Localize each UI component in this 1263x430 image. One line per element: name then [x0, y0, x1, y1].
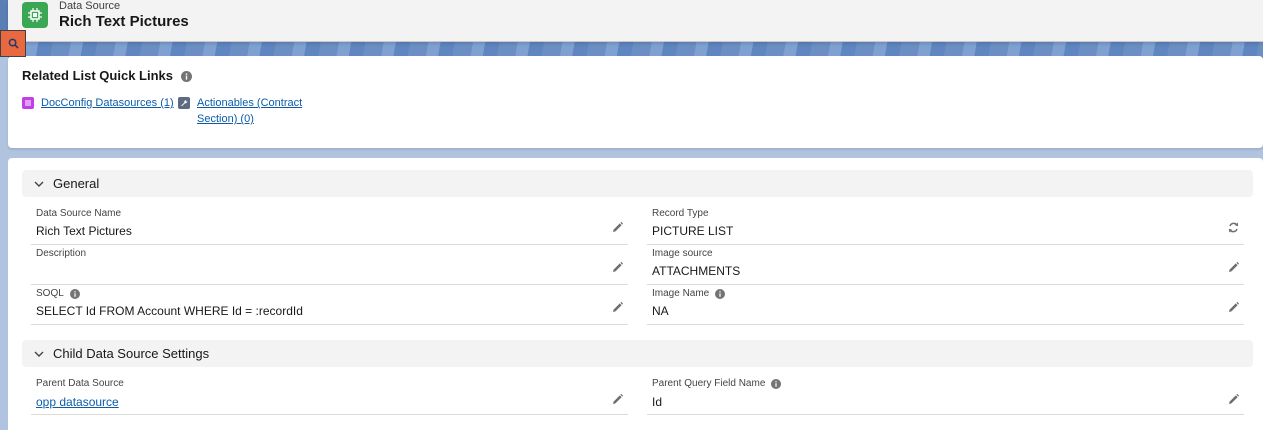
record-title: Rich Text Pictures: [59, 13, 189, 30]
quick-link-label-line1: Actionables (Contract: [197, 97, 303, 109]
field-label: Image Name: [652, 288, 710, 299]
field-label: Parent Data Source: [36, 378, 124, 389]
field-image-name: Image Name NA: [647, 285, 1244, 325]
pencil-icon[interactable]: [1227, 301, 1240, 314]
quick-link-label-line2: Section) (0): [197, 113, 254, 125]
section-title: General: [53, 176, 100, 191]
pencil-icon[interactable]: [611, 221, 624, 234]
list-icon: [22, 97, 34, 109]
field-label-wrap: SOQL: [36, 288, 80, 299]
field-soql: SOQL SELECT Id FROM Account WHERE Id = :…: [31, 285, 628, 325]
quick-link-label[interactable]: Actionables (Contract Section) (0): [197, 95, 302, 127]
field-description: Description: [31, 245, 628, 285]
quick-link-actionables[interactable]: Actionables (Contract Section) (0): [178, 95, 302, 127]
field-value: NA: [652, 304, 669, 318]
related-list-quick-links-card: Related List Quick Links DocConfig Datas…: [8, 56, 1263, 148]
field-value: ATTACHMENTS: [652, 264, 741, 278]
wrench-icon: [178, 97, 190, 109]
object-type-label: Data Source: [59, 0, 121, 12]
field-label: SOQL: [36, 288, 64, 299]
pencil-icon[interactable]: [611, 393, 624, 406]
change-record-type-icon[interactable]: [1227, 221, 1240, 234]
quick-links-title: Related List Quick Links: [22, 68, 173, 83]
field-label: Data Source Name: [36, 208, 122, 219]
search-icon: [8, 38, 19, 49]
info-icon[interactable]: [715, 288, 726, 299]
field-label: Description: [36, 248, 87, 259]
field-label-wrap: Image Name: [652, 288, 726, 299]
info-icon[interactable]: [69, 288, 80, 299]
record-details-card: General Data Source Name Rich Text Pictu…: [8, 158, 1263, 430]
quick-link-docconfig-datasources[interactable]: DocConfig Datasources (1): [22, 95, 174, 111]
parent-data-source-link[interactable]: opp datasource: [36, 395, 119, 409]
search-button[interactable]: [0, 30, 26, 57]
field-value: Id: [652, 395, 663, 409]
section-header-general[interactable]: General: [22, 170, 1253, 197]
pencil-icon[interactable]: [611, 301, 624, 314]
chevron-down-icon: [34, 351, 44, 357]
section-header-child-data-source-settings[interactable]: Child Data Source Settings: [22, 340, 1253, 367]
pencil-icon[interactable]: [1227, 393, 1240, 406]
field-value: SELECT Id FROM Account WHERE Id = :recor…: [36, 304, 303, 318]
field-value: Rich Text Pictures: [36, 224, 132, 238]
field-parent-query-field-name: Parent Query Field Name Id: [647, 375, 1244, 415]
quick-link-label[interactable]: DocConfig Datasources (1): [41, 95, 174, 111]
info-icon[interactable]: [181, 71, 192, 82]
field-parent-data-source: Parent Data Source opp datasource: [31, 375, 628, 415]
chevron-down-icon: [34, 181, 44, 187]
field-record-type: Record Type PICTURE LIST: [647, 205, 1244, 245]
pencil-icon[interactable]: [1227, 261, 1240, 274]
section-title: Child Data Source Settings: [53, 346, 210, 361]
info-icon[interactable]: [771, 378, 782, 389]
data-source-icon: [22, 2, 48, 28]
field-label: Image source: [652, 248, 713, 259]
field-label-wrap: Parent Query Field Name: [652, 378, 782, 389]
field-value: PICTURE LIST: [652, 224, 734, 238]
field-label: Record Type: [652, 208, 709, 219]
field-image-source: Image source ATTACHMENTS: [647, 245, 1244, 285]
field-data-source-name: Data Source Name Rich Text Pictures: [31, 205, 628, 245]
field-label: Parent Query Field Name: [652, 378, 766, 389]
record-header: Data Source Rich Text Pictures: [8, 0, 1263, 42]
pencil-icon[interactable]: [611, 261, 624, 274]
